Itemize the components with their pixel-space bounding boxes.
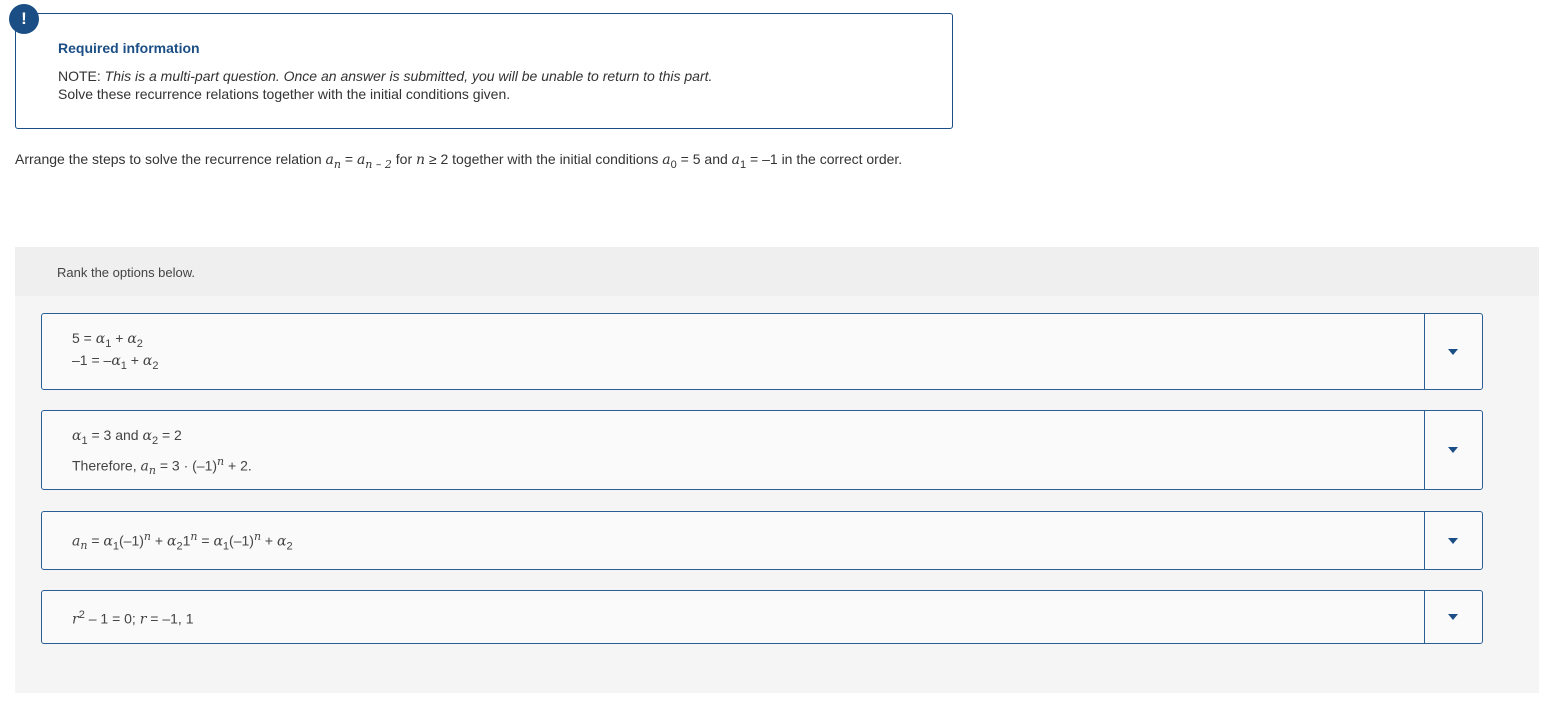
rank-option-4[interactable]: r2 – 1 = 0; r = –1, 1: [41, 590, 1483, 644]
rank-dropdown-4[interactable]: [1424, 591, 1482, 643]
prompt-text-5: = –1 in the correct order.: [746, 151, 903, 167]
rank-option-line: α1 = 3 and α2 = 2: [72, 427, 182, 447]
info-note: NOTE: This is a multi-part question. Onc…: [58, 68, 712, 84]
prompt-text-1: Arrange the steps to solve the recurrenc…: [15, 151, 326, 167]
rank-option-line: an = α1(–1)n + α21n = α1(–1)n + α2: [72, 530, 293, 553]
rank-option-line: –1 = –α1 + α2: [72, 352, 159, 372]
caret-down-icon: [1447, 537, 1458, 544]
math-n: n: [416, 152, 426, 168]
rank-instructions: Rank the options below.: [57, 265, 196, 280]
caret-down-icon: [1447, 614, 1458, 620]
rank-dropdown-1[interactable]: [1424, 314, 1482, 389]
note-prefix: NOTE:: [58, 68, 105, 84]
math-a0: a0: [662, 152, 677, 171]
prompt-text-4: = 5 and: [676, 151, 732, 167]
rank-option-line: r2 – 1 = 0; r = –1, 1: [72, 609, 194, 628]
rank-option-3[interactable]: an = α1(–1)n + α21n = α1(–1)n + α2: [41, 511, 1483, 570]
info-title: Required information: [58, 40, 200, 56]
math-an: an: [325, 152, 341, 171]
rank-option-2[interactable]: α1 = 3 and α2 = 2 Therefore, an = 3 · (–…: [41, 410, 1483, 490]
rank-header: Rank the options below.: [15, 247, 1539, 296]
prompt-eq: =: [340, 151, 357, 167]
rank-option-line: 5 = α1 + α2: [72, 330, 143, 350]
note-text: This is a multi-part question. Once an a…: [104, 68, 713, 84]
rank-panel: Rank the options below. 5 = α1 + α2 –1 =…: [15, 247, 1539, 693]
math-an-2: an – 2: [356, 152, 392, 171]
info-instructions: Solve these recurrence relations togethe…: [58, 86, 511, 102]
question-prompt: Arrange the steps to solve the recurrenc…: [15, 151, 902, 171]
required-info-box: Required information NOTE: This is a mul…: [15, 13, 953, 129]
caret-down-icon: [1447, 447, 1458, 453]
rank-option-line: Therefore, an = 3 · (–1)n + 2.: [72, 455, 252, 478]
math-a1: a1: [731, 152, 747, 171]
prompt-text-3: ≥ 2 together with the initial conditions: [425, 151, 663, 167]
rank-dropdown-2[interactable]: [1424, 411, 1482, 489]
prompt-text-2: for: [391, 151, 416, 167]
caret-down-icon: [1447, 348, 1458, 355]
alert-icon: !: [9, 4, 39, 34]
rank-option-1[interactable]: 5 = α1 + α2 –1 = –α1 + α2: [41, 313, 1483, 390]
rank-dropdown-3[interactable]: [1424, 512, 1482, 569]
